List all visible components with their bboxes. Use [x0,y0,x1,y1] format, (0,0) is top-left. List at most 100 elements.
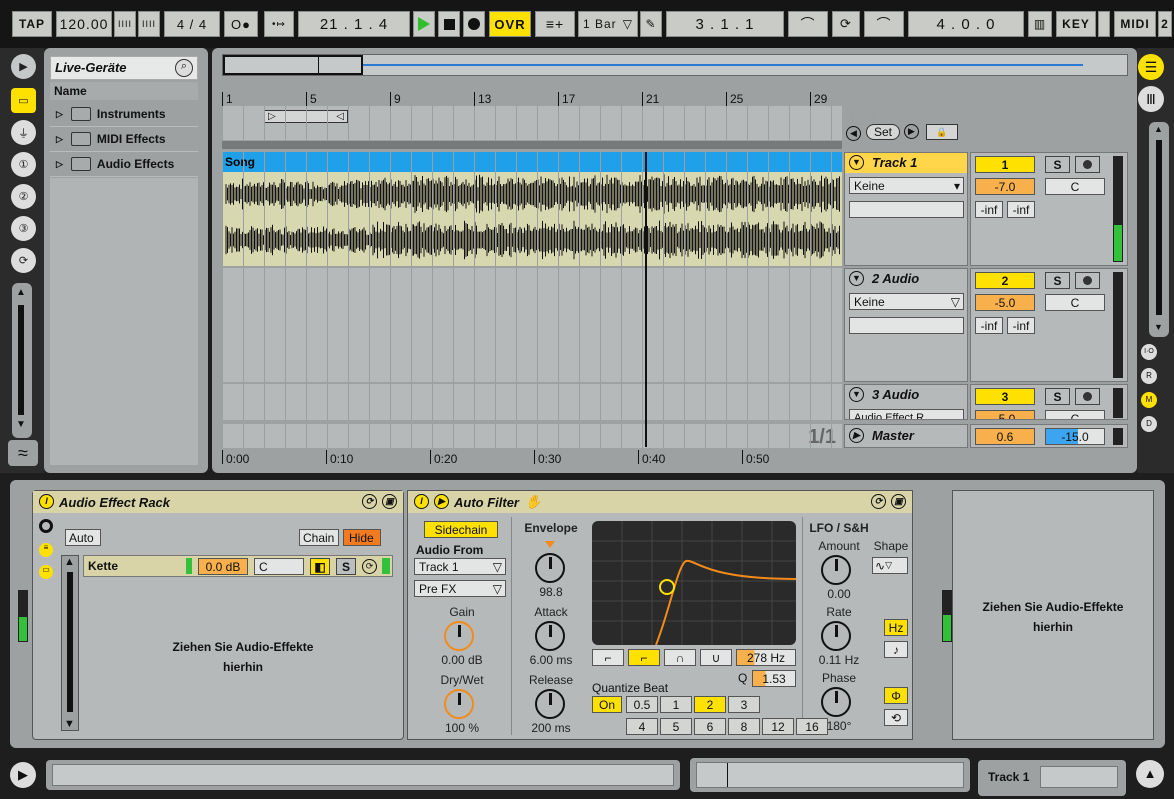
input-type-select[interactable]: Keine ▽ [849,293,964,310]
search-icon[interactable]: ⌕ [175,59,193,77]
computer-keyboard-button[interactable]: ▥ [1028,11,1052,37]
session-view-button[interactable]: Ⅲ [1138,86,1164,112]
master-lane[interactable]: 1/1 [222,424,874,448]
track-3-header[interactable]: ▼ 3 Audio Audio Effect R [844,384,968,420]
master-pan-field[interactable]: -15.0 [1045,428,1105,445]
set-locator-button[interactable]: Set [866,124,900,140]
release-knob[interactable] [535,689,565,719]
volume-field[interactable]: -5.0 [975,294,1035,311]
filter-response-display[interactable] [592,521,796,645]
quantize-value-button[interactable]: 0.5 [626,696,658,713]
lfo-amount-knob[interactable] [821,555,851,585]
quantize-value-button[interactable]: 4 [626,718,658,735]
prev-locator-icon[interactable]: ◀ [846,125,861,141]
frequency-field[interactable]: 278 Hz [736,649,796,666]
returns-toggle-button[interactable]: R [1141,368,1157,384]
input-channel-select[interactable] [849,317,964,334]
chain-solo-button[interactable]: S [336,558,356,575]
browser-item-midi-effects[interactable]: ▷ MIDI Effects [50,127,198,152]
fold-icon[interactable]: ▼ [849,271,864,286]
hide-button[interactable]: Hide [343,529,381,546]
track-2-header[interactable]: ▼ 2 Audio Keine ▽ [844,268,968,382]
solo-button[interactable]: S [1045,272,1070,289]
nudge-down-button[interactable]: IIII [114,11,136,37]
punch-out-button[interactable]: ⌒ [864,11,904,37]
quantize-value-button[interactable]: 5 [660,718,692,735]
loop-switch-button[interactable]: ⟳ [832,11,860,37]
peak-left[interactable]: -inf [975,201,1003,218]
track-activator[interactable]: 1 [975,156,1035,173]
track-activator[interactable]: 2 [975,272,1035,289]
track-1-lane[interactable]: Song [222,152,874,266]
browser-toggle-button[interactable]: ▶ [11,54,36,79]
phase-mode-button[interactable]: Φ [884,687,908,704]
rate-hz-button[interactable]: Hz [884,619,908,636]
filter-type-highpass-button[interactable]: ⌐ [628,649,660,666]
chain-row[interactable]: Kette 0.0 dB C ◧ S ⟳ [83,555,393,577]
key-map-button[interactable]: KEY [1056,11,1096,37]
next-locator-icon[interactable]: ▶ [904,124,919,139]
song-position-field[interactable]: 21 . 1 . 4 [298,11,410,37]
loop-start-field[interactable]: 3 . 1 . 1 [666,11,784,37]
rack-title-bar[interactable]: I Audio Effect Rack ⟳ ▣ [33,491,403,513]
save-preset-icon[interactable]: ▣ [891,494,906,509]
save-preset-icon[interactable]: ▣ [382,494,397,509]
chain-list-toggle-icon[interactable]: ≡ [39,543,53,557]
lfo-phase-knob[interactable] [821,687,851,717]
hot-swap-icon[interactable]: ⟳ [871,494,886,509]
volume-field[interactable]: -7.0 [975,178,1035,195]
arm-button[interactable] [1075,272,1100,289]
lfo-rate-knob[interactable] [821,621,851,651]
io-toggle-button[interactable]: I·O [1141,344,1157,360]
follow-button[interactable]: •↦ [264,11,294,37]
places-2-button[interactable]: ② [11,184,36,209]
peak-right[interactable]: -inf [1007,201,1035,218]
loop-length-field[interactable]: 4 . 0 . 0 [908,11,1024,37]
mixer-toggle-button[interactable]: M [1141,392,1157,408]
delay-toggle-button[interactable]: D [1141,416,1157,432]
browser-column-header[interactable]: Name [50,82,198,100]
hot-swap-icon[interactable]: ⟳ [362,559,377,574]
device-view-toggle-button[interactable]: ▲ [1136,760,1164,788]
master-name[interactable]: ▶ Master [849,428,914,443]
browser-item-audio-effects[interactable]: ▷ Audio Effects [50,152,198,177]
refresh-button[interactable]: ⟳ [11,248,36,273]
track-3-name[interactable]: ▼ 3 Audio [849,387,919,402]
devices-toggle-icon[interactable]: ▭ [39,565,53,579]
track-1-name[interactable]: ▼ Track 1 [849,155,917,170]
fold-icon[interactable]: ▼ [849,155,864,170]
record-button[interactable] [463,11,485,37]
lfo-shape-select[interactable]: ∿ ▽ [872,557,908,574]
expand-icon[interactable]: ▶ [849,428,864,443]
chain-activator-button[interactable]: ◧ [310,558,330,575]
audio-from-select[interactable]: Track 1 ▽ [414,558,506,575]
quantize-value-button[interactable]: 2 [694,696,726,713]
places-1-button[interactable]: ① [11,152,36,177]
arm-button[interactable] [1075,388,1100,405]
arm-button[interactable] [1075,156,1100,173]
filter-type-notch-button[interactable]: ∪ [700,649,732,666]
vertical-scrollbar[interactable]: ▲ ▼ [1149,122,1169,337]
quantize-value-button[interactable]: 1 [660,696,692,713]
arrangement-overview[interactable] [222,54,1128,76]
tap-point-select[interactable]: Pre FX ▽ [414,580,506,597]
quantize-value-button[interactable]: 6 [694,718,726,735]
solo-button[interactable]: S [1045,388,1070,405]
mini-arrangement[interactable] [696,762,964,788]
power-icon[interactable]: I [39,494,54,509]
pan-field[interactable]: C [1045,410,1105,419]
info-toggle-button[interactable]: ▶ [10,762,36,788]
audio-waveform[interactable] [222,172,842,266]
macro-toggle-icon[interactable] [39,519,53,533]
master-volume-field[interactable]: 0.6 [975,428,1035,445]
quantize-value-button[interactable]: 16 [796,718,828,735]
pan-field[interactable]: C [1045,178,1105,195]
track-2-name[interactable]: ▼ 2 Audio [849,271,919,286]
chain-scrollbar[interactable]: ▲ ▼ [61,555,79,731]
peak-right[interactable]: -inf [1007,317,1035,334]
track-2-lane[interactable] [222,268,874,382]
quantize-value-button[interactable]: 3 [728,696,760,713]
master-header[interactable]: ▶ Master [844,424,968,448]
chain-pan-field[interactable]: C [254,558,304,575]
input-channel-select[interactable] [849,201,964,218]
